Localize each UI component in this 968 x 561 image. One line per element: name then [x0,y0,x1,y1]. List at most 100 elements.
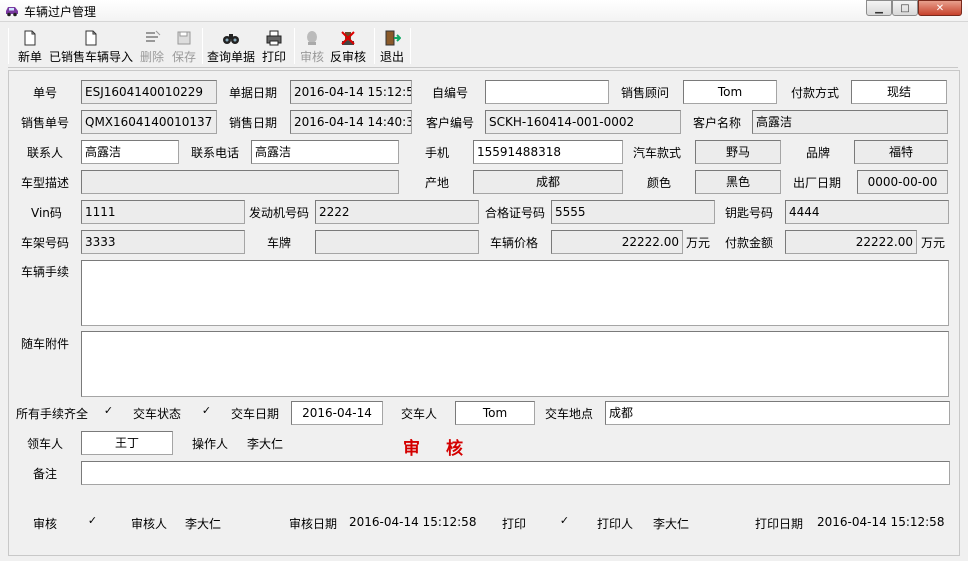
operator-label: 操作人 [192,437,229,451]
new-button[interactable]: 新单 [16,28,44,66]
delete-button[interactable]: 删除 [138,28,166,66]
customer-name-label: 客户名称 [693,116,742,130]
payment-amount-label: 付款金额 [725,236,774,250]
engine-no-label: 发动机号码 [249,206,310,220]
vehicle-price-unit: 万元 [686,236,711,250]
printer-label: 打印人 [597,517,634,531]
vin-field[interactable]: 1111 [81,200,245,224]
print-checkbox[interactable]: ✓ [559,515,570,527]
deliverer-field[interactable]: Tom [455,401,535,425]
exit-door-icon [385,30,401,46]
window-title: 车辆过户管理 [24,5,97,19]
receiver-label: 领车人 [27,437,64,451]
doc-no-field[interactable]: ESJ1604140010229 [81,80,217,104]
document-icon [85,30,97,46]
audit-checkbox[interactable]: ✓ [87,515,98,527]
doc-no-label: 单号 [33,86,58,100]
payment-amount-field[interactable]: 22222.00 [785,230,917,254]
delivery-status-checkbox[interactable]: ✓ [201,405,212,417]
contact-label: 联系人 [27,146,64,160]
printer-icon [266,30,282,46]
accessories-label: 随车附件 [21,337,70,351]
print-label: 打印 [502,517,527,531]
import-sold-vehicles-button[interactable]: 已销售车辆导入 [48,28,134,66]
receiver-field[interactable]: 王丁 [81,431,173,455]
contact-field[interactable]: 高露洁 [81,140,179,164]
accessories-textarea[interactable] [81,331,949,397]
origin-field[interactable]: 成都 [473,170,623,194]
sales-advisor-label: 销售顾问 [621,86,670,100]
toolbar: 新单 已销售车辆导入 删除 保存 查询单据 打印 审核 反审核 退出 [8,26,958,68]
toolbar-separator [410,28,411,64]
delivery-date-field[interactable]: 2016-04-14 [291,401,383,425]
auditor-value: 李大仁 [185,517,222,531]
delivery-status-label: 交车状态 [133,407,182,421]
remarks-field[interactable] [81,461,950,485]
customer-name-field[interactable]: 高露洁 [752,110,948,134]
close-button[interactable]: ✕ [918,0,962,16]
unaudit-button[interactable]: 反审核 [328,28,368,66]
mobile-field[interactable]: 15591488318 [473,140,623,164]
factory-date-label: 出厂日期 [793,176,842,190]
stamp-icon [307,31,317,45]
printer-value: 李大仁 [653,517,690,531]
brand-label: 品牌 [806,146,831,160]
print-button[interactable]: 打印 [260,28,288,66]
doc-date-field[interactable]: 2016-04-14 15:12:58 [290,80,412,104]
payment-method-label: 付款方式 [791,86,840,100]
minimize-button[interactable]: ▁ [866,0,892,16]
plate-field[interactable] [315,230,479,254]
factory-date-field[interactable]: 0000-00-00 [857,170,948,194]
payment-method-field[interactable]: 现结 [851,80,947,104]
cert-no-field[interactable]: 5555 [551,200,715,224]
all-procedures-checkbox[interactable]: ✓ [103,405,114,417]
frame-no-field[interactable]: 3333 [81,230,245,254]
toolbar-separator [294,28,295,64]
delivery-place-field[interactable]: 成都 [605,401,950,425]
car-icon [6,7,18,17]
plate-label: 车牌 [267,236,292,250]
delivery-date-label: 交车日期 [231,407,280,421]
print-date-value: 2016-04-14 15:12:58 [817,515,945,529]
self-no-field[interactable] [485,80,609,104]
car-model-field[interactable]: 野马 [695,140,781,164]
delete-list-icon [146,30,161,42]
brand-field[interactable]: 福特 [854,140,948,164]
customer-no-field[interactable]: SCKH-160414-001-0002 [485,110,681,134]
payment-amount-unit: 万元 [921,236,946,250]
save-button[interactable]: 保存 [170,28,198,66]
sales-date-field[interactable]: 2016-04-14 14:40:30 [290,110,412,134]
sales-advisor-field[interactable]: Tom [683,80,777,104]
print-date-label: 打印日期 [755,517,804,531]
vin-label: Vin码 [31,206,62,220]
toolbar-separator [8,28,9,64]
audit-button[interactable]: 审核 [298,28,326,66]
remarks-label: 备注 [33,467,58,481]
query-documents-button[interactable]: 查询单据 [206,28,256,66]
procedures-textarea[interactable] [81,260,949,326]
model-desc-field[interactable] [81,170,399,194]
customer-no-label: 客户编号 [426,116,475,130]
vehicle-price-field[interactable]: 22222.00 [551,230,683,254]
exit-button[interactable]: 退出 [378,28,406,66]
mobile-label: 手机 [425,146,450,160]
vehicle-price-label: 车辆价格 [490,236,539,250]
car-model-label: 汽车款式 [633,146,682,160]
doc-date-label: 单据日期 [229,86,278,100]
contact-phone-field[interactable]: 高露洁 [251,140,399,164]
maximize-button[interactable]: □ [892,0,918,16]
self-no-label: 自编号 [432,86,469,100]
color-label: 颜色 [647,176,672,190]
sales-no-field[interactable]: QMX1604140010137 [81,110,217,134]
sales-date-label: 销售日期 [229,116,278,130]
color-field[interactable]: 黑色 [695,170,781,194]
toolbar-separator [202,28,203,64]
cert-no-label: 合格证号码 [485,206,546,220]
audit-date-value: 2016-04-14 15:12:58 [349,515,477,529]
delivery-place-label: 交车地点 [545,407,594,421]
save-icon [177,31,191,45]
key-no-field[interactable]: 4444 [785,200,949,224]
all-procedures-label: 所有手续齐全 [16,407,89,421]
engine-no-field[interactable]: 2222 [315,200,479,224]
contact-phone-label: 联系电话 [191,146,240,160]
